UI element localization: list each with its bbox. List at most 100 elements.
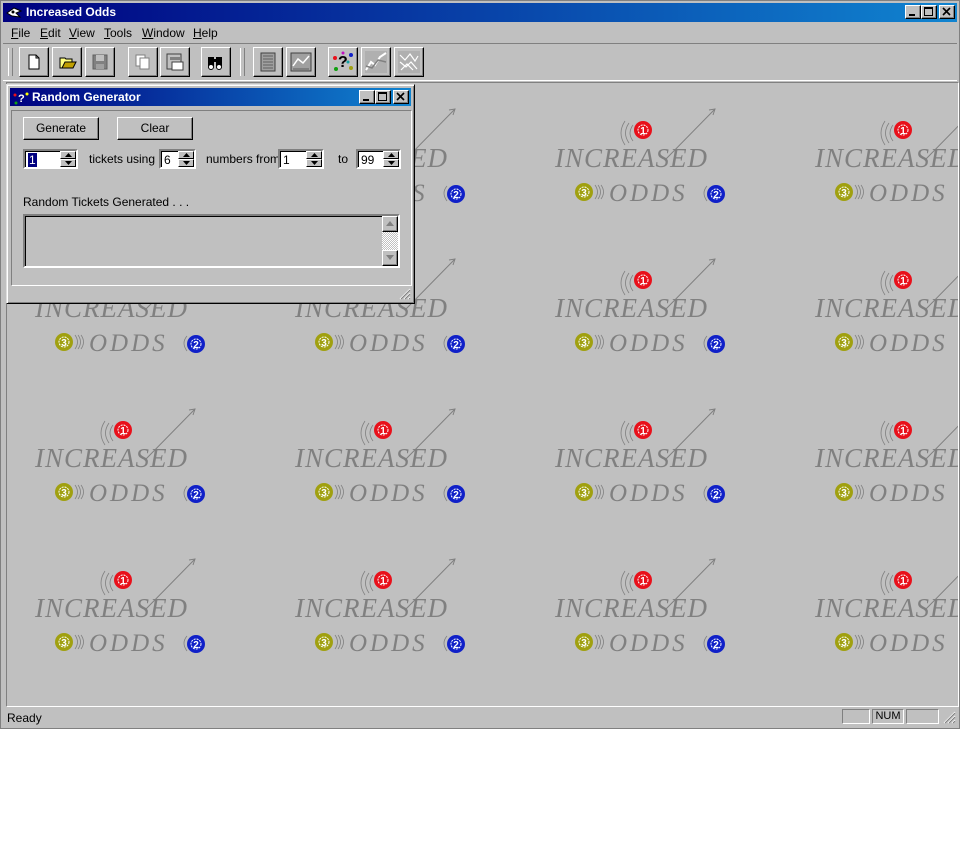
menu-file[interactable]: File bbox=[11, 26, 30, 40]
print-preview-button[interactable] bbox=[160, 47, 190, 77]
svg-text:?: ? bbox=[18, 93, 25, 105]
logo-word-odds: ODDS bbox=[609, 330, 688, 357]
generate-button[interactable]: Generate bbox=[23, 117, 99, 140]
to-value[interactable]: 99 bbox=[361, 153, 374, 167]
output-label: Random Tickets Generated . . . bbox=[23, 195, 190, 209]
from-spinner[interactable]: 1 bbox=[278, 149, 324, 169]
scroll-up-button[interactable] bbox=[382, 216, 398, 232]
new-button[interactable] bbox=[19, 47, 49, 77]
menu-window[interactable]: Window bbox=[142, 26, 185, 40]
resize-grip-icon[interactable] bbox=[942, 710, 956, 724]
copy-icon bbox=[135, 54, 150, 70]
logo-word-odds: ODDS bbox=[349, 480, 428, 507]
menu-tools[interactable]: Tools bbox=[104, 26, 132, 40]
lottery-ball-number: 2 bbox=[453, 190, 459, 201]
toolbar-grip[interactable] bbox=[8, 48, 13, 76]
child-minimize-button[interactable] bbox=[359, 90, 375, 104]
logo-word-odds: ODDS bbox=[609, 630, 688, 657]
trend-icon bbox=[365, 51, 387, 73]
close-button[interactable] bbox=[939, 5, 955, 19]
toolbar-separator bbox=[240, 48, 245, 76]
numbers-down-button[interactable] bbox=[178, 159, 194, 167]
from-up-button[interactable] bbox=[306, 151, 322, 159]
tickets-spinner[interactable]: 1 bbox=[23, 149, 78, 169]
lottery-ball-number: 1 bbox=[640, 576, 646, 587]
logo-word-increased: INCREASED bbox=[34, 593, 188, 623]
generated-tickets-output[interactable] bbox=[23, 214, 400, 268]
trend-button[interactable] bbox=[361, 47, 391, 77]
maximize-icon bbox=[378, 92, 387, 101]
save-button[interactable] bbox=[85, 47, 115, 77]
from-value[interactable]: 1 bbox=[283, 153, 290, 167]
arrow-down-icon bbox=[386, 255, 394, 260]
logo-word-odds: ODDS bbox=[89, 330, 168, 357]
tickets-up-button[interactable] bbox=[60, 151, 76, 159]
logo-word-odds: ODDS bbox=[869, 330, 948, 357]
open-folder-icon bbox=[59, 57, 77, 69]
status-pane-scroll bbox=[906, 709, 939, 724]
status-text: Ready bbox=[7, 711, 42, 725]
menu-view[interactable]: View bbox=[69, 26, 95, 40]
arrow-up-icon bbox=[311, 153, 318, 157]
lottery-ball-number: 1 bbox=[120, 426, 126, 437]
menu-edit[interactable]: Edit bbox=[40, 26, 61, 40]
lottery-ball-number: 3 bbox=[61, 338, 67, 349]
find-button[interactable] bbox=[201, 47, 231, 77]
child-resize-grip-icon[interactable] bbox=[399, 288, 411, 300]
open-button[interactable] bbox=[52, 47, 82, 77]
lottery-ball-number: 3 bbox=[321, 338, 327, 349]
lottery-ball-number: 2 bbox=[713, 340, 719, 351]
lottery-ball-number: 3 bbox=[841, 488, 847, 499]
logo-word-increased: INCREASED bbox=[554, 143, 708, 173]
lottery-ball-number: 1 bbox=[380, 576, 386, 587]
lottery-ball-number: 2 bbox=[453, 340, 459, 351]
random-generator-button[interactable]: ? bbox=[328, 47, 358, 77]
maximize-button[interactable] bbox=[921, 5, 937, 19]
logo-tile: 1INCREASED3ODDS2 bbox=[554, 258, 725, 357]
minimize-button[interactable] bbox=[905, 5, 921, 19]
numbers-value[interactable]: 6 bbox=[164, 153, 171, 167]
matrix-icon bbox=[398, 51, 420, 73]
logo-word-odds: ODDS bbox=[349, 630, 428, 657]
tickets-value[interactable]: 1 bbox=[28, 153, 37, 167]
main-titlebar[interactable]: Increased Odds bbox=[3, 3, 957, 22]
to-down-button[interactable] bbox=[383, 159, 399, 167]
logo-tile: 1INCREASED3ODDS2 bbox=[814, 120, 958, 207]
logo-word-increased: INCREASED bbox=[814, 143, 958, 173]
logo-word-increased: INCREASED bbox=[554, 293, 708, 323]
to-up-button[interactable] bbox=[383, 151, 399, 159]
matrix-button[interactable] bbox=[394, 47, 424, 77]
tickets-down-button[interactable] bbox=[60, 159, 76, 167]
output-scrollbar[interactable] bbox=[382, 216, 398, 266]
numbers-spinner[interactable]: 6 bbox=[159, 149, 196, 169]
maximize-icon bbox=[924, 7, 933, 16]
lottery-ball-number: 1 bbox=[900, 276, 906, 287]
lottery-ball-number: 1 bbox=[380, 426, 386, 437]
lottery-ball-number: 3 bbox=[581, 488, 587, 499]
to-spinner[interactable]: 99 bbox=[356, 149, 401, 169]
lottery-ball-number: 1 bbox=[640, 426, 646, 437]
scroll-down-button[interactable] bbox=[382, 250, 398, 266]
report-icon bbox=[260, 52, 276, 72]
child-titlebar[interactable]: ? Random Generator bbox=[10, 88, 411, 106]
copy-button[interactable] bbox=[128, 47, 158, 77]
chart-button[interactable] bbox=[286, 47, 316, 77]
status-bar: Ready NUM bbox=[3, 707, 957, 727]
menu-help[interactable]: Help bbox=[193, 26, 218, 40]
logo-word-odds: ODDS bbox=[609, 180, 688, 207]
to-label: to bbox=[338, 152, 349, 166]
lottery-ball-number: 1 bbox=[640, 276, 646, 287]
arrow-up-icon bbox=[183, 153, 190, 157]
logo-word-increased: INCREASED bbox=[814, 593, 958, 623]
report-button[interactable] bbox=[253, 47, 283, 77]
lottery-ball-number: 3 bbox=[61, 638, 67, 649]
from-down-button[interactable] bbox=[306, 159, 322, 167]
numbers-up-button[interactable] bbox=[178, 151, 194, 159]
child-maximize-button[interactable] bbox=[375, 90, 391, 104]
child-close-button[interactable] bbox=[393, 90, 409, 104]
lottery-ball-number: 3 bbox=[321, 488, 327, 499]
logo-word-increased: INCREASED bbox=[294, 443, 448, 473]
clear-button[interactable]: Clear bbox=[117, 117, 193, 140]
minimize-icon bbox=[909, 14, 915, 16]
logo-word-odds: ODDS bbox=[349, 330, 428, 357]
